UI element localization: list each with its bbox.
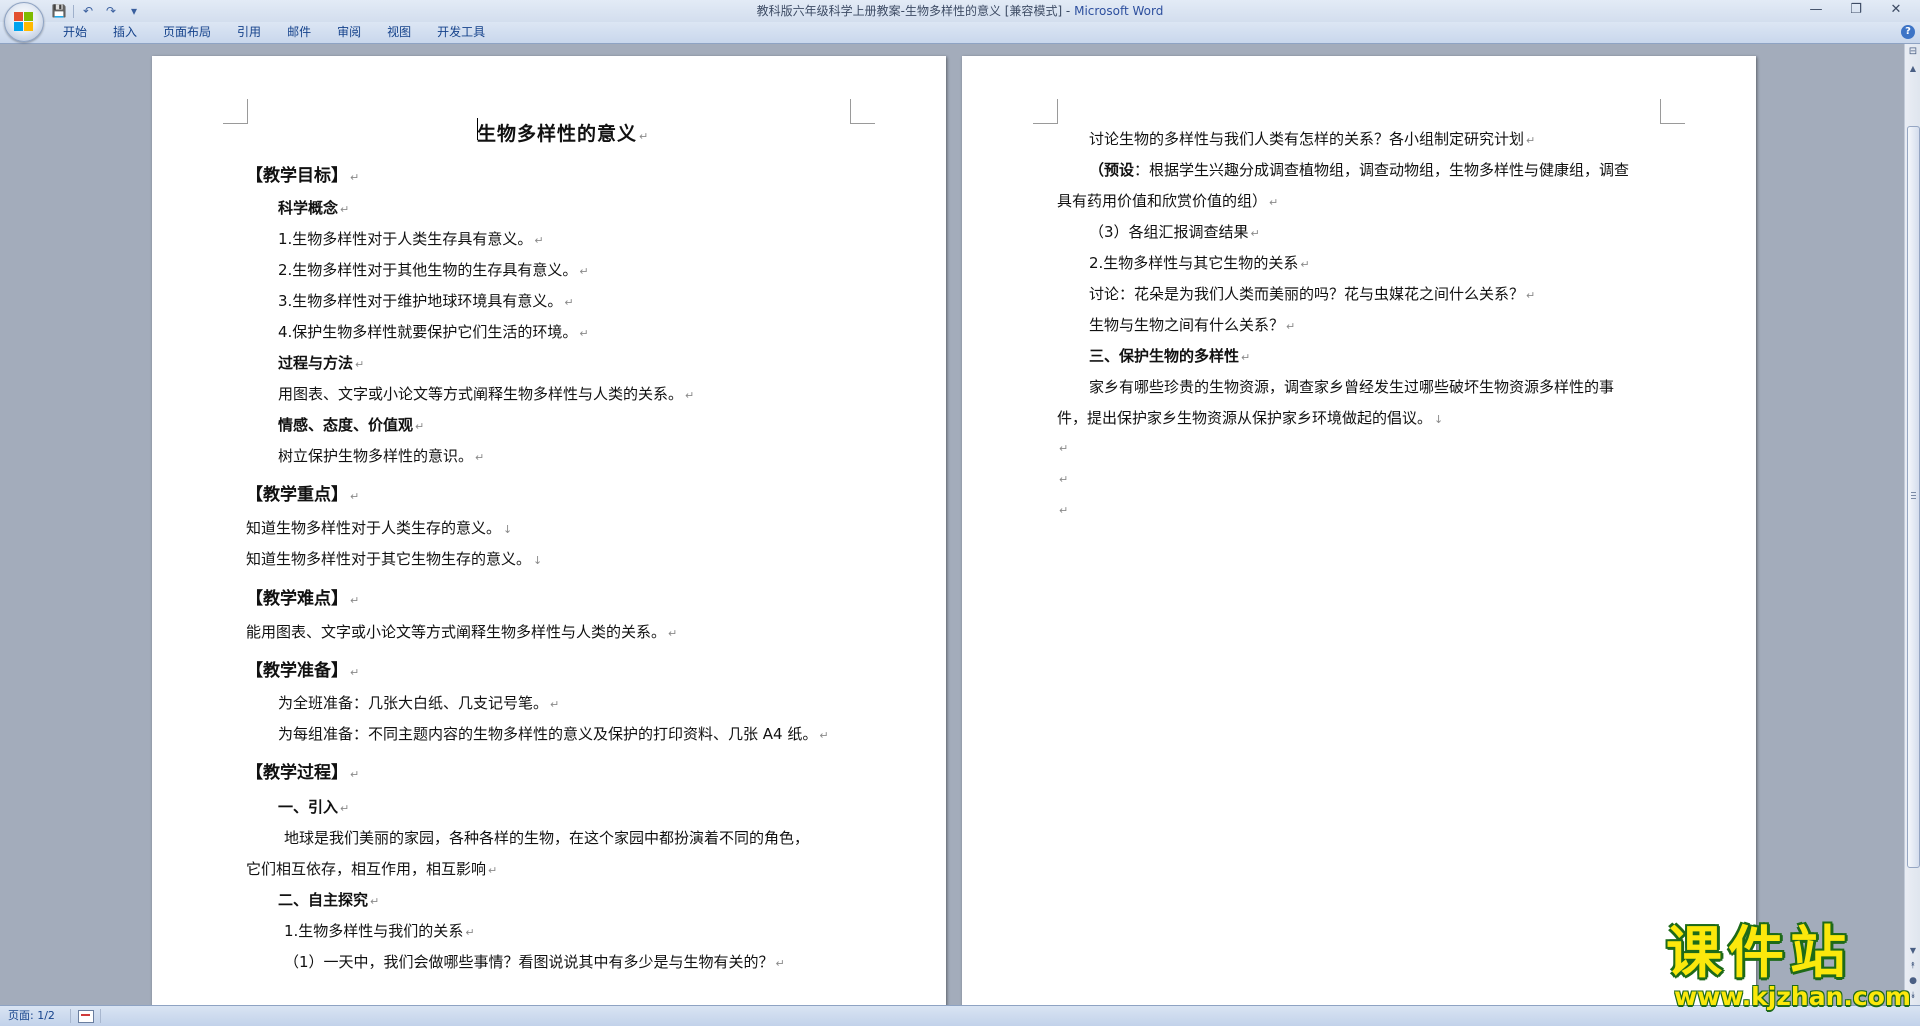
sub-heading: 过程与方法 ↵: [278, 354, 365, 372]
paragraph: 地球是我们美丽的家园，各种各样的生物，在这个家园中都扮演着不同的角色，: [284, 829, 810, 847]
empty-paragraph: ↵: [1059, 473, 1069, 486]
crop-mark: [850, 99, 875, 124]
view-ruler-icon[interactable]: ⊟: [1907, 46, 1919, 58]
sub-heading: 情感、态度、价值观 ↵: [278, 416, 425, 434]
app-name: Microsoft Word: [1074, 4, 1164, 18]
empty-paragraph: ↵: [1059, 442, 1069, 455]
sub-heading: 科学概念 ↵: [278, 199, 350, 217]
paragraph: （1）一天中，我们会做哪些事情？看图说说其中有多少是与生物有关的？ ↵: [284, 953, 785, 971]
document-page-2[interactable]: 讨论生物的多样性与我们人类有怎样的关系？各小组制定研究计划 ↵ （预设：根据学生兴…: [962, 56, 1756, 1005]
paragraph: 为全班准备：几张大白纸、几支记号笔。 ↵: [278, 694, 560, 712]
paragraph: 2.生物多样性对于其他生物的生存具有意义。 ↵: [278, 261, 589, 279]
preset-label: （预设: [1089, 161, 1135, 179]
restore-icon[interactable]: ❐: [1838, 1, 1874, 19]
tab-mailings[interactable]: 邮件: [274, 22, 324, 43]
tab-review[interactable]: 审阅: [324, 22, 374, 43]
sub-heading: 三、保护生物的多样性 ↵: [1089, 347, 1251, 365]
proofing-icon[interactable]: [78, 1010, 94, 1023]
section-heading: 【教学准备】 ↵: [246, 661, 360, 681]
tab-developer[interactable]: 开发工具: [424, 22, 498, 43]
paragraph: 能用图表、文字或小论文等方式阐释生物多样性与人类的关系。 ↵: [246, 623, 678, 641]
paragraph: 件，提出保护家乡生物资源从保护家乡环境做起的倡议。 ↓: [1057, 409, 1444, 427]
paragraph: 为每组准备：不同主题内容的生物多样性的意义及保护的打印资料、几张 A4 纸。 ↵: [278, 725, 829, 743]
paragraph: （预设：根据学生兴趣分成调查植物组，调查动物组，生物多样性与健康组，调查: [1089, 161, 1630, 179]
tab-view[interactable]: 视图: [374, 22, 424, 43]
paragraph: 生物与生物之间有什么关系？ ↵: [1089, 316, 1296, 334]
section-heading: 【教学难点】 ↵: [246, 589, 360, 609]
paragraph: 4.保护生物多样性就要保护它们生活的环境。 ↵: [278, 323, 589, 341]
ribbon-tab-bar: 开始 插入 页面布局 引用 邮件 审阅 视图 开发工具 ?: [0, 22, 1920, 44]
page-count[interactable]: 页面: 1/2: [8, 1006, 55, 1026]
scroll-up-icon[interactable]: ▲: [1905, 62, 1920, 76]
section-heading: 【教学过程】 ↵: [246, 763, 360, 783]
tab-home[interactable]: 开始: [50, 22, 100, 43]
scrollbar-thumb[interactable]: [1907, 126, 1920, 868]
paragraph: 知道生物多样性对于人类生存的意义。 ↓: [246, 519, 513, 537]
paragraph: 2.生物多样性与其它生物的关系 ↵: [1089, 254, 1310, 272]
paragraph: 知道生物多样性对于其它生物生存的意义。 ↓: [246, 550, 543, 568]
paragraph: 它们相互依存，相互作用，相互影响 ↵: [246, 860, 498, 878]
paragraph: 用图表、文字或小论文等方式阐释生物多样性与人类的关系。 ↵: [278, 385, 695, 403]
sub-heading: 二、自主探究 ↵: [278, 891, 380, 909]
crop-mark: [1660, 99, 1685, 124]
document-workspace[interactable]: 生物多样性的意义 ↵ 【教学目标】 ↵ 科学概念 ↵ 1.生物多样性对于人类生存具有意…: [0, 44, 1904, 1005]
paragraph: 3.生物多样性对于维护地球环境具有意义。 ↵: [278, 292, 574, 310]
crop-mark: [1033, 99, 1058, 124]
paragraph: 家乡有哪些珍贵的生物资源，调查家乡曾经发生过哪些破坏生物资源多样性的事: [1089, 378, 1615, 396]
previous-page-icon[interactable]: ⯭: [1905, 959, 1920, 973]
title-bar: 💾 ↶ ↷ ▾ 教科版六年级科学上册教案-生物多样性的意义 [兼容模式] - M…: [0, 0, 1920, 42]
watermark-text: 课件站: [1666, 921, 1852, 986]
window-controls: — ❐ ✕: [1798, 1, 1914, 19]
paragraph: （3）各组汇报调查结果 ↵: [1089, 223, 1260, 241]
crop-mark: [223, 99, 248, 124]
help-icon[interactable]: ?: [1901, 25, 1915, 39]
document-title: 教科版六年级科学上册教案-生物多样性的意义 [兼容模式] -: [756, 4, 1075, 18]
paragraph: 树立保护生物多样性的意识。 ↵: [278, 447, 485, 465]
sub-heading: 一、引入 ↵: [278, 798, 350, 816]
watermark-logo: 课件站 www.kjzhan.com: [1666, 921, 1911, 1011]
vertical-scrollbar[interactable]: ⊟ ▲ ▼ ⯭ ● ⯯: [1904, 44, 1920, 1005]
close-icon[interactable]: ✕: [1878, 1, 1914, 19]
status-separator: [100, 1009, 101, 1023]
tab-references[interactable]: 引用: [224, 22, 274, 43]
paragraph: 讨论生物的多样性与我们人类有怎样的关系？各小组制定研究计划 ↵: [1089, 130, 1536, 148]
section-heading: 【教学重点】 ↵: [246, 485, 360, 505]
status-separator: [70, 1009, 71, 1023]
section-heading: 【教学目标】 ↵: [246, 166, 360, 186]
status-bar: 页面: 1/2: [0, 1005, 1920, 1026]
scroll-grip-icon: [1911, 492, 1916, 500]
tab-page-layout[interactable]: 页面布局: [150, 22, 224, 43]
paragraph: 讨论：花朵是为我们人类而美丽的吗？花与虫媒花之间什么关系？ ↵: [1089, 285, 1536, 303]
watermark-url: www.kjzhan.com: [1674, 982, 1911, 1011]
empty-paragraph: ↵: [1059, 504, 1069, 517]
paragraph: 具有药用价值和欣赏价值的组） ↵: [1057, 192, 1279, 210]
document-page-1[interactable]: 生物多样性的意义 ↵ 【教学目标】 ↵ 科学概念 ↵ 1.生物多样性对于人类生存具有意…: [152, 56, 946, 1005]
office-button[interactable]: [4, 2, 44, 42]
tab-insert[interactable]: 插入: [100, 22, 150, 43]
paragraph: 1.生物多样性对于人类生存具有意义。 ↵: [278, 230, 544, 248]
minimize-icon[interactable]: —: [1798, 1, 1834, 19]
doc-title: 生物多样性的意义 ↵: [477, 123, 650, 145]
window-title: 教科版六年级科学上册教案-生物多样性的意义 [兼容模式] - Microsoft…: [0, 0, 1920, 22]
scroll-down-icon[interactable]: ▼: [1905, 944, 1920, 958]
paragraph: 1.生物多样性与我们的关系 ↵: [284, 922, 475, 940]
office-logo-icon: [14, 12, 34, 32]
